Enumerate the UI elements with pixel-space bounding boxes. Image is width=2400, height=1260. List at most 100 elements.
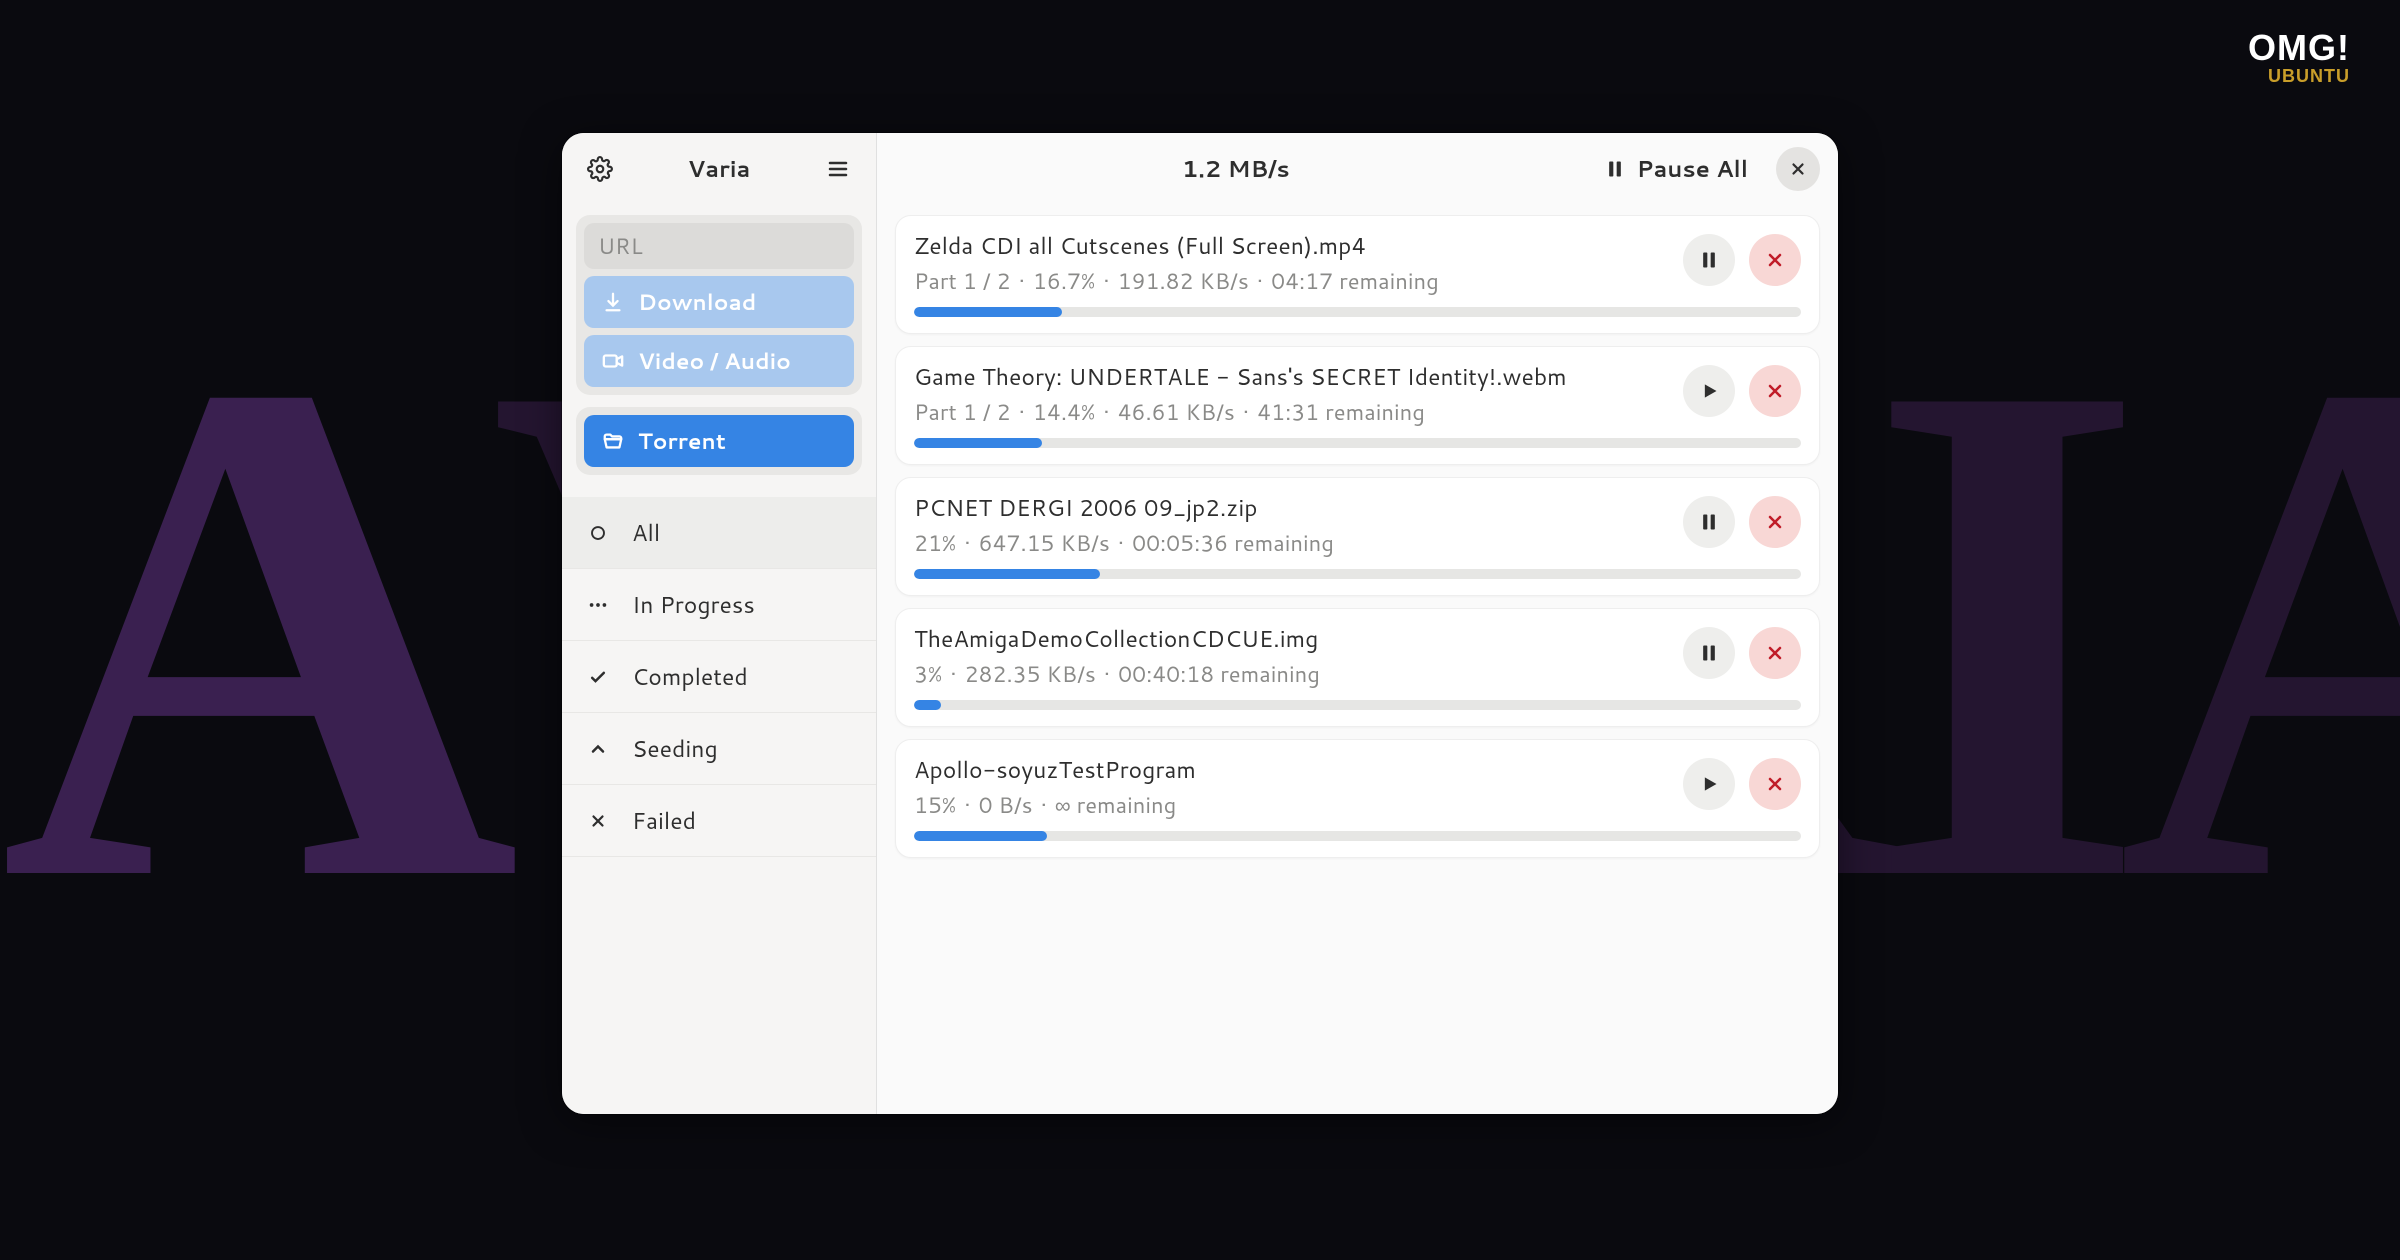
download-actions	[1683, 758, 1801, 810]
download-percent: 21%	[914, 528, 956, 559]
resume-button[interactable]	[1683, 758, 1735, 810]
app-title: Varia	[632, 153, 806, 185]
pause-icon	[1699, 642, 1719, 664]
download-status: 3%282.35 KB/s00:40:18 remaining	[914, 659, 1801, 690]
video-audio-button-label: Video / Audio	[638, 346, 791, 377]
resume-button[interactable]	[1683, 365, 1735, 417]
chevron-up-icon	[586, 739, 610, 759]
dots-icon	[586, 594, 610, 616]
filter-all[interactable]: All	[562, 497, 876, 569]
cancel-icon	[1765, 643, 1785, 663]
x-icon	[586, 812, 610, 830]
download-actions	[1683, 365, 1801, 417]
pause-icon	[1605, 158, 1625, 180]
download-remaining: 04:17 remaining	[1257, 266, 1439, 297]
pause-all-label: Pause All	[1637, 153, 1748, 185]
filter-seeding[interactable]: Seeding	[562, 713, 876, 785]
sidebar: Varia URL Download Video / Audio	[562, 133, 877, 1114]
close-window-button[interactable]	[1776, 147, 1820, 191]
download-progress-fill	[914, 438, 1042, 448]
filter-list: All In Progress Completed Seeding Failed	[562, 497, 876, 857]
download-actions	[1683, 627, 1801, 679]
pause-icon	[1699, 249, 1719, 271]
download-title: Apollo-soyuzTestProgram	[914, 754, 1801, 786]
cancel-icon	[1765, 512, 1785, 532]
download-button[interactable]: Download	[584, 276, 854, 328]
overall-speed: 1.2 MB/s	[895, 153, 1577, 185]
download-percent: 3%	[914, 659, 942, 690]
cancel-button[interactable]	[1749, 365, 1801, 417]
torrent-button-label: Torrent	[638, 426, 726, 457]
pause-all-button[interactable]: Pause All	[1591, 145, 1762, 193]
download-remaining: 41:31 remaining	[1243, 397, 1425, 428]
download-progress-fill	[914, 307, 1062, 317]
pause-button[interactable]	[1683, 627, 1735, 679]
settings-button[interactable]	[580, 149, 620, 189]
menu-button[interactable]	[818, 149, 858, 189]
download-progress-fill	[914, 831, 1047, 841]
cancel-button[interactable]	[1749, 234, 1801, 286]
folder-open-icon	[602, 430, 624, 452]
filter-completed-label: Completed	[632, 661, 748, 693]
filter-failed[interactable]: Failed	[562, 785, 876, 857]
cancel-button[interactable]	[1749, 758, 1801, 810]
cancel-button[interactable]	[1749, 627, 1801, 679]
download-speed: 282.35 KB/s	[950, 659, 1096, 690]
video-icon	[602, 350, 624, 372]
pause-button[interactable]	[1683, 234, 1735, 286]
play-icon	[1699, 773, 1719, 795]
download-title: TheAmigaDemoCollectionCDCUE.img	[914, 623, 1801, 655]
download-part: Part 1 / 2	[914, 397, 1011, 428]
filter-in-progress[interactable]: In Progress	[562, 569, 876, 641]
download-title: PCNET DERGI 2006 09_jp2.zip	[914, 492, 1801, 524]
download-progress-track	[914, 831, 1801, 841]
check-icon	[586, 667, 610, 687]
download-card: TheAmigaDemoCollectionCDCUE.img 3% 282.35 …	[895, 608, 1820, 727]
pause-icon	[1699, 511, 1719, 533]
download-remaining: 00:05:36 remaining	[1118, 528, 1334, 559]
url-input[interactable]: URL	[584, 223, 854, 269]
download-icon	[602, 291, 624, 313]
download-speed: 191.82 KB/s	[1103, 266, 1249, 297]
cancel-icon	[1765, 381, 1785, 401]
url-input-group: URL Download Video / Audio	[576, 215, 862, 395]
gear-icon	[587, 156, 613, 182]
download-card: Game Theory: UNDERTALE - Sans's SECRET I…	[895, 346, 1820, 465]
filter-failed-label: Failed	[632, 805, 696, 837]
download-title: Zelda CDI all Cutscenes (Full Screen).mp…	[914, 230, 1801, 262]
main-header: 1.2 MB/s Pause All	[877, 133, 1838, 205]
circle-icon	[586, 524, 610, 542]
hamburger-icon	[826, 157, 850, 181]
watermark-line1: OMG!	[2248, 30, 2350, 66]
site-watermark: OMG! UBUNTU	[2248, 30, 2350, 87]
download-percent: 14.4%	[1019, 397, 1096, 428]
download-button-label: Download	[638, 287, 756, 318]
watermark-line2: UBUNTU	[2248, 66, 2350, 87]
download-remaining: ∞ remaining	[1041, 790, 1177, 821]
download-percent: 16.7%	[1019, 266, 1096, 297]
url-placeholder: URL	[598, 231, 643, 262]
filter-in-progress-label: In Progress	[632, 589, 755, 621]
pause-button[interactable]	[1683, 496, 1735, 548]
app-window: Varia URL Download Video / Audio	[562, 133, 1838, 1114]
download-progress-track	[914, 569, 1801, 579]
download-speed: 46.61 KB/s	[1103, 397, 1235, 428]
cancel-icon	[1765, 774, 1785, 794]
download-card: Apollo-soyuzTestProgram 15%0 B/s∞ remaini…	[895, 739, 1820, 858]
download-percent: 15%	[914, 790, 956, 821]
download-status: Part 1 / 216.7%191.82 KB/s04:17 remainin…	[914, 266, 1801, 297]
download-status: 15%0 B/s∞ remaining	[914, 790, 1801, 821]
filter-seeding-label: Seeding	[632, 733, 718, 765]
torrent-group: Torrent	[576, 407, 862, 475]
close-icon	[1789, 160, 1807, 178]
download-progress-fill	[914, 700, 941, 710]
torrent-button[interactable]: Torrent	[584, 415, 854, 467]
play-icon	[1699, 380, 1719, 402]
cancel-button[interactable]	[1749, 496, 1801, 548]
filter-all-label: All	[632, 517, 660, 549]
download-progress-track	[914, 438, 1801, 448]
download-progress-track	[914, 700, 1801, 710]
video-audio-button[interactable]: Video / Audio	[584, 335, 854, 387]
filter-completed[interactable]: Completed	[562, 641, 876, 713]
download-progress-fill	[914, 569, 1100, 579]
